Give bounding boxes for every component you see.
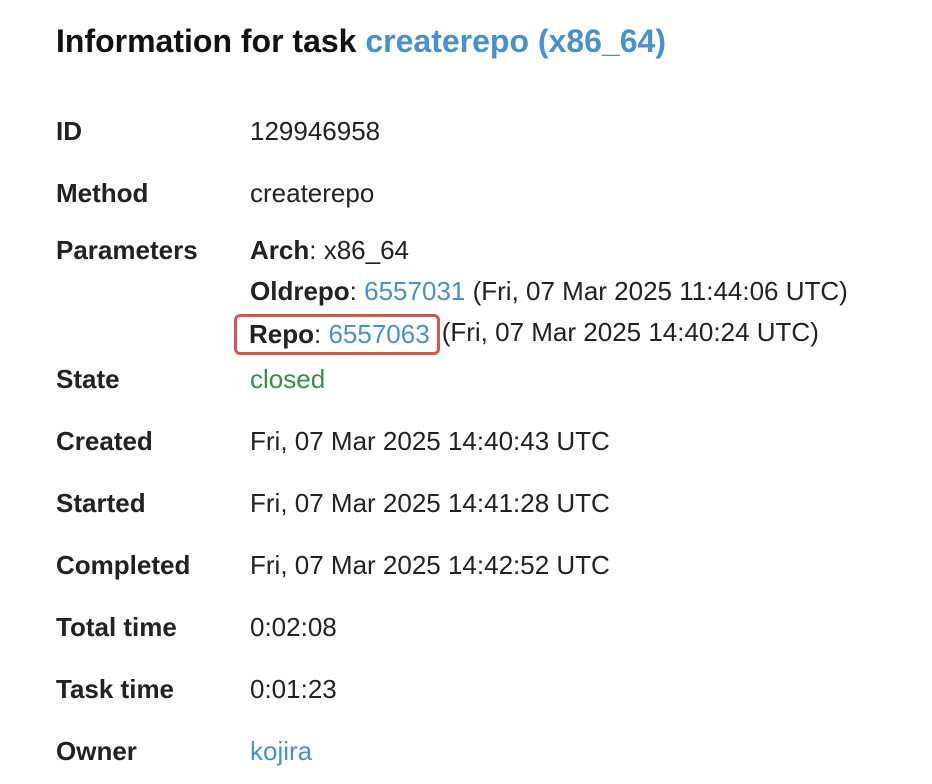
started-label: Started xyxy=(56,487,146,518)
row-state: State closed xyxy=(56,348,916,410)
completed-label: Completed xyxy=(56,549,191,580)
task-name-link[interactable]: createrepo (x86_64) xyxy=(365,23,666,59)
param-oldrepo: Oldrepo: 6557031 (Fri, 07 Mar 2025 11:44… xyxy=(250,271,848,312)
id-value: 129946958 xyxy=(250,115,381,146)
param-repo-key: Repo xyxy=(249,318,314,349)
created-label: Created xyxy=(56,425,153,456)
param-arch: Arch: x86_64 xyxy=(250,230,848,271)
parameters-label: Parameters xyxy=(56,235,198,265)
repo-highlight-box: Repo: 6557063 xyxy=(234,313,440,355)
owner-link[interactable]: kojira xyxy=(250,736,312,767)
method-value: createrepo xyxy=(250,177,375,208)
param-oldrepo-date: (Fri, 07 Mar 2025 11:44:06 UTC) xyxy=(472,276,848,306)
state-label: State xyxy=(56,363,120,394)
completed-value: Fri, 07 Mar 2025 14:42:52 UTC xyxy=(250,549,610,580)
param-arch-separator: : xyxy=(309,235,317,265)
row-id: ID 129946958 xyxy=(56,100,916,162)
row-owner: Owner kojira xyxy=(56,720,916,782)
param-repo-date: (Fri, 07 Mar 2025 14:40:24 UTC) xyxy=(441,317,819,347)
started-value: Fri, 07 Mar 2025 14:41:28 UTC xyxy=(250,487,610,518)
row-started: Started Fri, 07 Mar 2025 14:41:28 UTC xyxy=(56,472,916,534)
task-info-table: ID 129946958 Method createrepo Parameter… xyxy=(56,100,916,782)
param-repo: Repo: 6557063 (Fri, 07 Mar 2025 14:40:24 … xyxy=(234,312,848,355)
task-time-value: 0:01:23 xyxy=(250,673,337,704)
param-oldrepo-key: Oldrepo xyxy=(250,276,350,306)
row-method: Method createrepo xyxy=(56,162,916,224)
param-arch-value: x86_64 xyxy=(323,235,410,265)
param-arch-key: Arch xyxy=(250,235,310,265)
row-total-time: Total time 0:02:08 xyxy=(56,596,916,658)
row-parameters: Parameters Arch: x86_64 Oldrepo: 6557031… xyxy=(56,224,916,355)
page-title: Information for task createrepo (x86_64) xyxy=(56,18,666,64)
title-prefix: Information for task xyxy=(56,23,357,59)
row-created: Created Fri, 07 Mar 2025 14:40:43 UTC xyxy=(56,410,916,472)
task-time-label: Task time xyxy=(56,673,175,704)
row-completed: Completed Fri, 07 Mar 2025 14:42:52 UTC xyxy=(56,534,916,596)
repo-link[interactable]: 6557063 xyxy=(328,319,429,349)
param-oldrepo-separator: : xyxy=(349,276,357,306)
owner-label: Owner xyxy=(56,735,137,766)
row-task-time: Task time 0:01:23 xyxy=(56,658,916,720)
oldrepo-link[interactable]: 6557031 xyxy=(364,276,465,306)
total-time-label: Total time xyxy=(56,611,177,642)
total-time-value: 0:02:08 xyxy=(250,611,337,642)
created-value: Fri, 07 Mar 2025 14:40:43 UTC xyxy=(250,425,610,456)
id-label: ID xyxy=(56,115,82,146)
method-label: Method xyxy=(56,177,149,208)
state-value: closed xyxy=(250,363,326,394)
parameters-value: Arch: x86_64 Oldrepo: 6557031 (Fri, 07 M… xyxy=(234,230,848,355)
param-repo-separator: : xyxy=(314,318,322,349)
